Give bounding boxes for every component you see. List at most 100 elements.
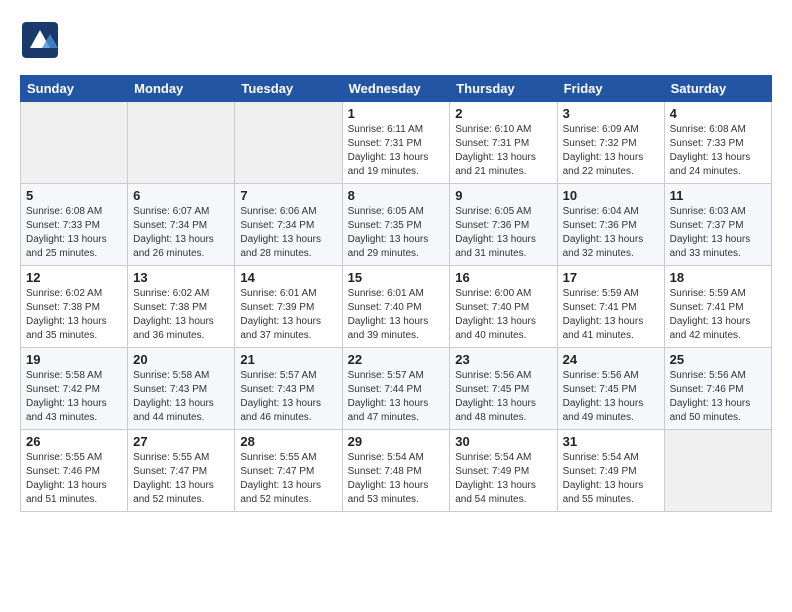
- day-number: 6: [133, 188, 229, 203]
- day-number: 20: [133, 352, 229, 367]
- calendar-cell: [664, 430, 771, 512]
- weekday-header-thursday: Thursday: [450, 76, 557, 102]
- day-number: 26: [26, 434, 122, 449]
- day-number: 17: [563, 270, 659, 285]
- day-info: Sunrise: 6:01 AM Sunset: 7:40 PM Dayligh…: [348, 287, 445, 343]
- weekday-header-friday: Friday: [557, 76, 664, 102]
- calendar-week-5: 26 Sunrise: 5:55 AM Sunset: 7:46 PM Dayli…: [21, 430, 772, 512]
- day-number: 8: [348, 188, 445, 203]
- calendar-cell: 25Sunrise: 5:56 AM Sunset: 7:46 PM Dayli…: [664, 348, 771, 430]
- day-number: 30: [455, 434, 551, 449]
- day-number: 9: [455, 188, 551, 203]
- calendar-cell: 21Sunrise: 5:57 AM Sunset: 7:43 PM Dayli…: [235, 348, 342, 430]
- calendar-cell: 23Sunrise: 5:56 AM Sunset: 7:45 PM Dayli…: [450, 348, 557, 430]
- weekday-header-saturday: Saturday: [664, 76, 771, 102]
- day-number: 7: [240, 188, 336, 203]
- calendar-header: SundayMondayTuesdayWednesdayThursdayFrid…: [21, 76, 772, 102]
- weekday-row: SundayMondayTuesdayWednesdayThursdayFrid…: [21, 76, 772, 102]
- day-info: Sunrise: 6:03 AM Sunset: 7:37 PM Dayligh…: [670, 205, 766, 261]
- day-number: 15: [348, 270, 445, 285]
- calendar-week-3: 12 Sunrise: 6:02 AM Sunset: 7:38 PM Dayli…: [21, 266, 772, 348]
- calendar-cell: 5Sunrise: 6:08 AM Sunset: 7:33 PM Daylig…: [21, 184, 128, 266]
- day-number: 24: [563, 352, 659, 367]
- day-number: 4: [670, 106, 766, 121]
- day-info: Sunrise: 6:09 AM Sunset: 7:32 PM Dayligh…: [563, 123, 659, 179]
- day-info: Sunrise: 5:56 AM Sunset: 7:45 PM Dayligh…: [455, 369, 551, 425]
- calendar-cell: 1 Sunrise: 6:11 AM Sunset: 7:31 PM Daylig…: [342, 102, 450, 184]
- calendar-cell: [128, 102, 235, 184]
- day-info: Sunrise: 5:56 AM Sunset: 7:45 PM Dayligh…: [563, 369, 659, 425]
- calendar-cell: 26 Sunrise: 5:55 AM Sunset: 7:46 PM Dayli…: [21, 430, 128, 512]
- day-info: Sunrise: 5:56 AM Sunset: 7:46 PM Dayligh…: [670, 369, 766, 425]
- calendar-body: 1 Sunrise: 6:11 AM Sunset: 7:31 PM Daylig…: [21, 102, 772, 512]
- day-info: Sunrise: 5:55 AM Sunset: 7:46 PM Dayligh…: [26, 451, 122, 507]
- calendar-cell: 10 Sunrise: 6:04 AM Sunset: 7:36 PM Dayli…: [557, 184, 664, 266]
- calendar-cell: 4Sunrise: 6:08 AM Sunset: 7:33 PM Daylig…: [664, 102, 771, 184]
- calendar-week-1: 1 Sunrise: 6:11 AM Sunset: 7:31 PM Daylig…: [21, 102, 772, 184]
- calendar-cell: 12 Sunrise: 6:02 AM Sunset: 7:38 PM Dayli…: [21, 266, 128, 348]
- calendar-cell: [21, 102, 128, 184]
- day-info: Sunrise: 6:06 AM Sunset: 7:34 PM Dayligh…: [240, 205, 336, 261]
- calendar-cell: 3 Sunrise: 6:09 AM Sunset: 7:32 PM Daylig…: [557, 102, 664, 184]
- day-info: Sunrise: 6:01 AM Sunset: 7:39 PM Dayligh…: [240, 287, 336, 343]
- day-number: 13: [133, 270, 229, 285]
- day-info: Sunrise: 6:11 AM Sunset: 7:31 PM Dayligh…: [348, 123, 445, 179]
- day-number: 29: [348, 434, 445, 449]
- calendar-table: SundayMondayTuesdayWednesdayThursdayFrid…: [20, 75, 772, 512]
- calendar-cell: 19Sunrise: 5:58 AM Sunset: 7:42 PM Dayli…: [21, 348, 128, 430]
- day-info: Sunrise: 5:55 AM Sunset: 7:47 PM Dayligh…: [133, 451, 229, 507]
- day-info: Sunrise: 5:54 AM Sunset: 7:49 PM Dayligh…: [563, 451, 659, 507]
- day-number: 3: [563, 106, 659, 121]
- calendar-cell: 30 Sunrise: 5:54 AM Sunset: 7:49 PM Dayli…: [450, 430, 557, 512]
- logo: [20, 20, 64, 65]
- calendar-cell: 24 Sunrise: 5:56 AM Sunset: 7:45 PM Dayli…: [557, 348, 664, 430]
- calendar-cell: 22Sunrise: 5:57 AM Sunset: 7:44 PM Dayli…: [342, 348, 450, 430]
- day-number: 12: [26, 270, 122, 285]
- calendar-cell: 2Sunrise: 6:10 AM Sunset: 7:31 PM Daylig…: [450, 102, 557, 184]
- calendar-cell: 17Sunrise: 5:59 AM Sunset: 7:41 PM Dayli…: [557, 266, 664, 348]
- day-number: 19: [26, 352, 122, 367]
- calendar-cell: 9Sunrise: 6:05 AM Sunset: 7:36 PM Daylig…: [450, 184, 557, 266]
- calendar-week-2: 5Sunrise: 6:08 AM Sunset: 7:33 PM Daylig…: [21, 184, 772, 266]
- day-info: Sunrise: 6:02 AM Sunset: 7:38 PM Dayligh…: [133, 287, 229, 343]
- day-number: 5: [26, 188, 122, 203]
- day-info: Sunrise: 5:54 AM Sunset: 7:48 PM Dayligh…: [348, 451, 445, 507]
- weekday-header-monday: Monday: [128, 76, 235, 102]
- day-info: Sunrise: 5:57 AM Sunset: 7:44 PM Dayligh…: [348, 369, 445, 425]
- day-info: Sunrise: 6:07 AM Sunset: 7:34 PM Dayligh…: [133, 205, 229, 261]
- weekday-header-wednesday: Wednesday: [342, 76, 450, 102]
- calendar-cell: 14 Sunrise: 6:01 AM Sunset: 7:39 PM Dayli…: [235, 266, 342, 348]
- day-number: 28: [240, 434, 336, 449]
- day-number: 10: [563, 188, 659, 203]
- day-number: 31: [563, 434, 659, 449]
- calendar-cell: 18 Sunrise: 5:59 AM Sunset: 7:41 PM Dayli…: [664, 266, 771, 348]
- day-number: 27: [133, 434, 229, 449]
- day-number: 14: [240, 270, 336, 285]
- weekday-header-sunday: Sunday: [21, 76, 128, 102]
- day-number: 18: [670, 270, 766, 285]
- calendar-cell: 27 Sunrise: 5:55 AM Sunset: 7:47 PM Dayli…: [128, 430, 235, 512]
- day-info: Sunrise: 6:05 AM Sunset: 7:35 PM Dayligh…: [348, 205, 445, 261]
- day-number: 16: [455, 270, 551, 285]
- day-info: Sunrise: 5:57 AM Sunset: 7:43 PM Dayligh…: [240, 369, 336, 425]
- day-info: Sunrise: 6:04 AM Sunset: 7:36 PM Dayligh…: [563, 205, 659, 261]
- day-info: Sunrise: 5:58 AM Sunset: 7:43 PM Dayligh…: [133, 369, 229, 425]
- day-info: Sunrise: 5:59 AM Sunset: 7:41 PM Dayligh…: [670, 287, 766, 343]
- calendar-cell: 29 Sunrise: 5:54 AM Sunset: 7:48 PM Dayli…: [342, 430, 450, 512]
- calendar-cell: 20 Sunrise: 5:58 AM Sunset: 7:43 PM Dayli…: [128, 348, 235, 430]
- calendar-cell: 7 Sunrise: 6:06 AM Sunset: 7:34 PM Daylig…: [235, 184, 342, 266]
- page-header: [20, 20, 772, 65]
- calendar-cell: [235, 102, 342, 184]
- day-info: Sunrise: 5:54 AM Sunset: 7:49 PM Dayligh…: [455, 451, 551, 507]
- calendar-cell: 16 Sunrise: 6:00 AM Sunset: 7:40 PM Dayli…: [450, 266, 557, 348]
- calendar-cell: 31 Sunrise: 5:54 AM Sunset: 7:49 PM Dayli…: [557, 430, 664, 512]
- calendar-cell: 15 Sunrise: 6:01 AM Sunset: 7:40 PM Dayli…: [342, 266, 450, 348]
- day-info: Sunrise: 6:00 AM Sunset: 7:40 PM Dayligh…: [455, 287, 551, 343]
- calendar-cell: 28Sunrise: 5:55 AM Sunset: 7:47 PM Dayli…: [235, 430, 342, 512]
- calendar-cell: 11 Sunrise: 6:03 AM Sunset: 7:37 PM Dayli…: [664, 184, 771, 266]
- weekday-header-tuesday: Tuesday: [235, 76, 342, 102]
- day-number: 1: [348, 106, 445, 121]
- day-number: 11: [670, 188, 766, 203]
- calendar-cell: 13 Sunrise: 6:02 AM Sunset: 7:38 PM Dayli…: [128, 266, 235, 348]
- day-info: Sunrise: 6:02 AM Sunset: 7:38 PM Dayligh…: [26, 287, 122, 343]
